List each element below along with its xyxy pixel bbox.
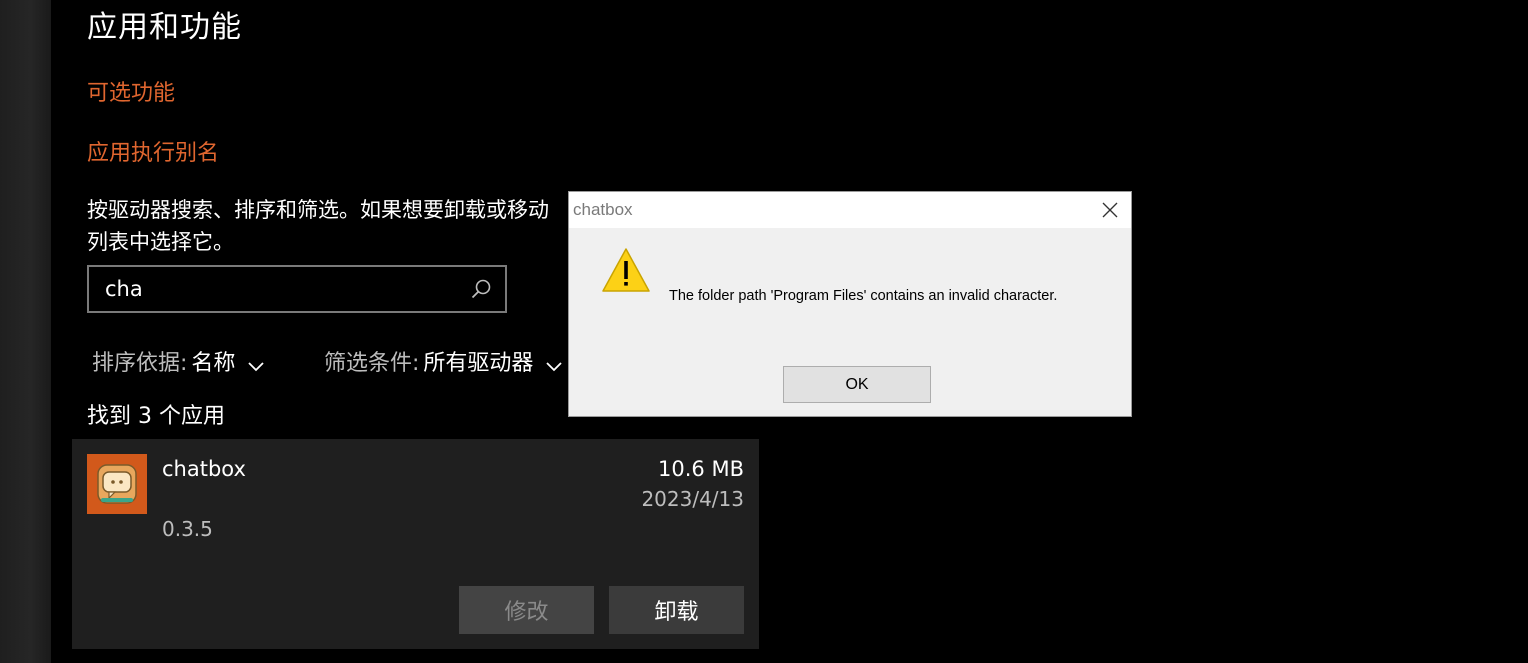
sort-value[interactable]: 名称 — [191, 345, 235, 377]
modify-button[interactable]: 修改 — [459, 586, 594, 634]
description-line-1: 按驱动器搜索、排序和筛选。如果想要卸载或移动 — [87, 198, 549, 222]
app-execution-aliases-link[interactable]: 应用执行别名 — [87, 135, 219, 167]
app-size: 10.6 MB — [658, 457, 744, 481]
side-panel-edge — [0, 0, 51, 663]
search-icon[interactable] — [467, 275, 495, 303]
chevron-down-icon[interactable] — [545, 354, 563, 372]
description-text: 按驱动器搜索、排序和筛选。如果想要卸载或移动 列表中选择它。 — [87, 194, 587, 258]
filter-value[interactable]: 所有驱动器 — [423, 345, 533, 377]
search-input-value[interactable]: cha — [89, 277, 467, 301]
sort-dropdown[interactable]: 排序依据: 名称 — [92, 345, 265, 377]
dialog-message: The folder path 'Program Files' contains… — [669, 288, 1058, 304]
sort-label: 排序依据: — [92, 351, 188, 376]
uninstall-button[interactable]: 卸载 — [609, 586, 744, 634]
description-line-2: 列表中选择它。 — [87, 230, 234, 254]
filter-label: 筛选条件: — [324, 351, 420, 376]
app-list-item[interactable]: chatbox 0.3.5 10.6 MB 2023/4/13 修改 卸载 — [72, 439, 759, 649]
warning-icon — [601, 247, 651, 293]
app-name: chatbox — [162, 457, 246, 481]
close-icon[interactable] — [1101, 201, 1119, 219]
search-input[interactable]: cha — [87, 265, 507, 313]
chatbox-app-icon — [87, 454, 147, 514]
chevron-down-icon[interactable] — [247, 354, 265, 372]
optional-features-link[interactable]: 可选功能 — [87, 75, 175, 107]
app-install-date: 2023/4/13 — [641, 487, 744, 511]
dialog-titlebar[interactable]: chatbox — [569, 192, 1131, 228]
ok-button[interactable]: OK — [783, 366, 931, 403]
dialog-title: chatbox — [573, 200, 633, 219]
page-title: 应用和功能 — [87, 10, 242, 45]
results-count: 找到 3 个应用 — [87, 404, 225, 429]
filter-dropdown[interactable]: 筛选条件: 所有驱动器 — [324, 345, 563, 377]
app-version: 0.3.5 — [162, 517, 213, 541]
error-dialog: chatbox The folder path 'Program Files' … — [568, 191, 1132, 417]
